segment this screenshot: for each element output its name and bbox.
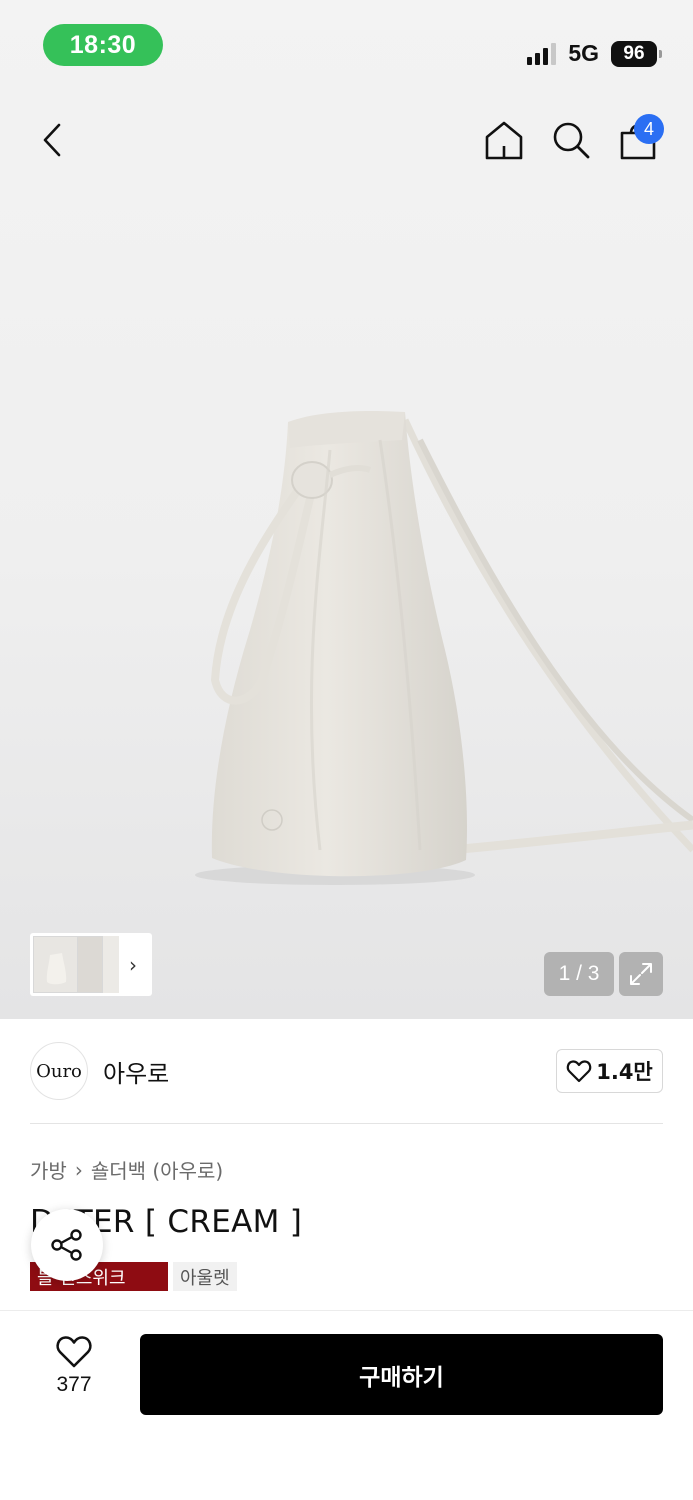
thumbnail-strip[interactable]: › [30, 933, 152, 996]
battery-level: 96 [611, 40, 662, 67]
signal-icon [527, 42, 557, 65]
cart-count-badge: 4 [634, 114, 664, 144]
status-time: 18:30 [43, 24, 163, 66]
brand-like-button[interactable]: 1.4만 [556, 1049, 663, 1093]
back-button[interactable] [30, 118, 74, 162]
breadcrumb-subcategory[interactable]: 숄더백 (아우로) [91, 1155, 223, 1184]
heart-icon [56, 1336, 92, 1368]
expand-button[interactable] [619, 952, 663, 996]
thumbnail-1[interactable] [33, 936, 79, 993]
breadcrumb-separator-icon: › [74, 1157, 83, 1182]
share-button[interactable] [31, 1209, 103, 1281]
breadcrumb: 가방 › 숄더백 (아우로) [30, 1155, 223, 1184]
page-indicator: 1 / 3 [544, 952, 614, 996]
divider [30, 1123, 663, 1124]
home-icon [485, 121, 523, 160]
brand-logo[interactable]: Ouro [30, 1042, 88, 1100]
search-icon [553, 122, 590, 159]
chevron-right-icon: › [129, 952, 137, 977]
status-indicators: 5G 96 [527, 40, 662, 67]
brand-like-count: 1.4만 [596, 1060, 653, 1084]
outlet-tag: 아울렛 [173, 1262, 237, 1291]
brand-name[interactable]: 아우로 [103, 1054, 169, 1089]
heart-icon [566, 1060, 592, 1083]
share-icon [51, 1229, 82, 1261]
wishlist-count: 377 [56, 1373, 92, 1396]
thumbnail-2[interactable] [77, 936, 103, 993]
expand-icon [630, 963, 652, 985]
back-icon [43, 123, 61, 157]
product-photo [195, 411, 693, 885]
wishlist-button[interactable]: 377 [40, 1335, 108, 1411]
home-button[interactable] [482, 118, 526, 162]
breadcrumb-category[interactable]: 가방 [30, 1155, 67, 1184]
thumbnail-3[interactable] [103, 936, 119, 993]
network-type: 5G [568, 40, 599, 66]
search-button[interactable] [549, 118, 593, 162]
buy-button[interactable]: 구매하기 [140, 1334, 663, 1415]
